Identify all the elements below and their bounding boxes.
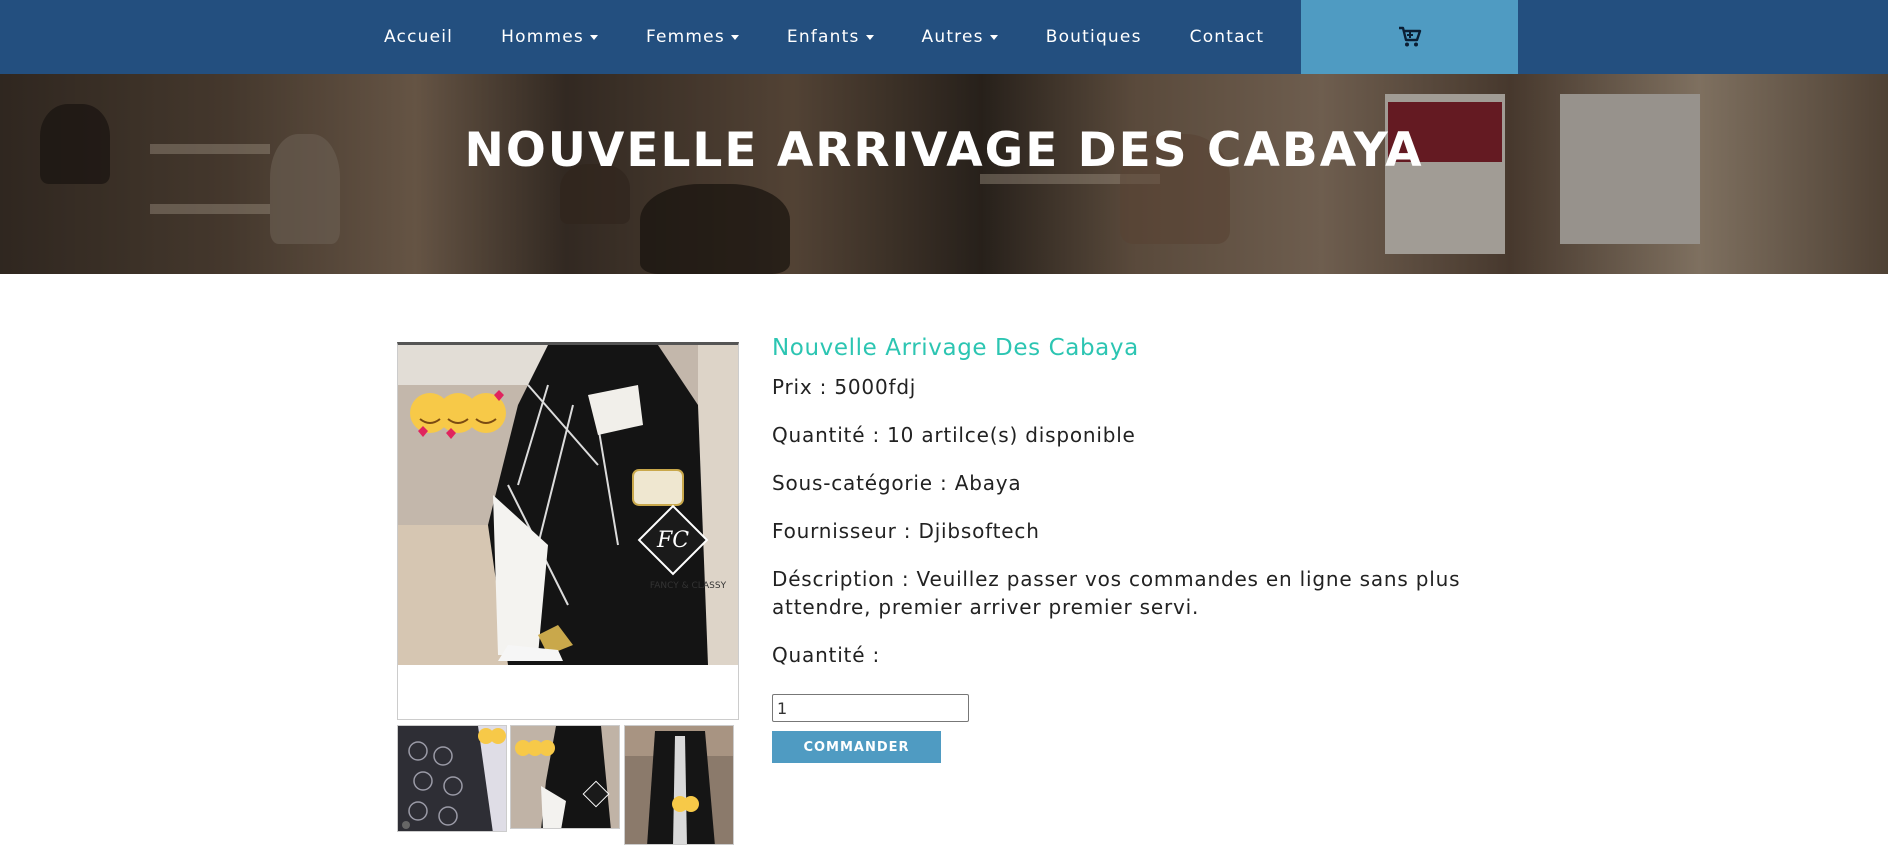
nav-item-contact[interactable]: Contact	[1190, 27, 1265, 47]
product-price: Prix : 5000fdj	[772, 375, 917, 399]
product-photo: FC FANCY & CLASSY	[398, 345, 738, 665]
thumbnail-image	[625, 726, 733, 844]
product-thumbnail-2[interactable]	[510, 725, 620, 829]
top-navbar: Accueil Hommes Femmes Enfants Autres Bou…	[0, 0, 1888, 74]
caret-down-icon	[989, 34, 998, 40]
nav-label: Enfants	[786, 27, 860, 47]
thumbnail-image	[511, 726, 619, 828]
quantity-label: Quantité :	[772, 643, 880, 667]
nav-label: Femmes	[645, 27, 725, 47]
hero-title: NOUVELLE ARRIVAGE DES CABAYA	[464, 123, 1424, 178]
nav-item-femmes[interactable]: Femmes	[646, 27, 739, 47]
product-details: Nouvelle Arrivage Des Cabaya Prix : 5000…	[772, 335, 1472, 689]
product-thumbnail-1[interactable]	[397, 725, 507, 832]
product-subcategory: Sous-catégorie : Abaya	[772, 471, 1022, 495]
product-title: Nouvelle Arrivage Des Cabaya	[772, 335, 1139, 361]
abaya-photo-illustration: FC FANCY & CLASSY	[398, 345, 738, 665]
cart-button[interactable]	[1301, 0, 1518, 74]
nav-item-hommes[interactable]: Hommes	[501, 27, 598, 47]
nav-item-autres[interactable]: Autres	[922, 27, 998, 47]
nav-item-enfants[interactable]: Enfants	[787, 27, 874, 47]
photo-logo-text: FANCY & CLASSY	[650, 581, 727, 591]
quantity-input[interactable]	[772, 694, 969, 722]
thumbnail-image	[398, 726, 506, 831]
svg-text:FC: FC	[656, 528, 689, 553]
hero-banner: NOUVELLE ARRIVAGE DES CABAYA	[0, 74, 1888, 274]
cart-icon	[1398, 26, 1421, 47]
nav-label: Autres	[921, 27, 984, 47]
caret-down-icon	[865, 34, 874, 40]
product-description: Déscription : Veuillez passer vos comman…	[772, 567, 1461, 619]
order-button[interactable]: COMMANDER	[772, 731, 941, 763]
nav-label: Contact	[1189, 27, 1265, 47]
nav-item-boutiques[interactable]: Boutiques	[1046, 27, 1142, 47]
product-supplier: Fournisseur : Djibsoftech	[772, 519, 1040, 543]
product-main-image: FC FANCY & CLASSY	[397, 342, 739, 720]
product-stock: Quantité : 10 artilce(s) disponible	[772, 423, 1136, 447]
nav-label: Boutiques	[1045, 27, 1142, 47]
nav-menu: Accueil Hommes Femmes Enfants Autres Bou…	[384, 0, 1312, 74]
nav-label: Accueil	[384, 27, 454, 47]
caret-down-icon	[589, 34, 598, 40]
nav-item-accueil[interactable]: Accueil	[384, 27, 453, 47]
caret-down-icon	[730, 34, 739, 40]
nav-label: Hommes	[501, 27, 584, 47]
product-thumbnail-3[interactable]	[624, 725, 734, 845]
